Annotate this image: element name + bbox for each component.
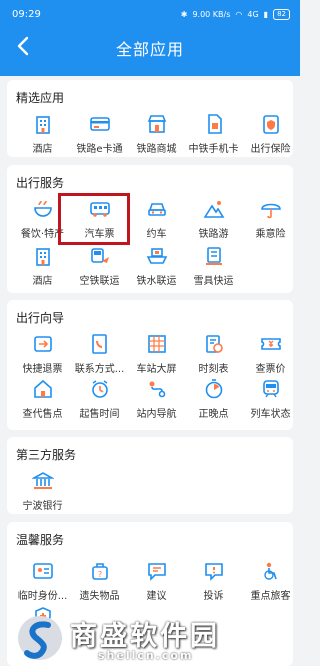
alarm-icon — [91, 380, 108, 398]
app-item-label: 乘意险 — [255, 229, 286, 240]
bluetooth-icon: ✱ — [180, 9, 188, 19]
app-item[interactable]: 列车状态 — [242, 378, 299, 422]
section-title: 出行向导 — [16, 311, 65, 325]
building-icon — [35, 116, 50, 134]
umbrella-icon — [260, 203, 281, 219]
route-icon — [149, 381, 165, 398]
app-item-label: 雪具快运 — [193, 276, 234, 287]
page-title: 全部应用 — [115, 40, 184, 59]
ticket-refund-icon — [33, 336, 52, 352]
assist-icon — [263, 562, 277, 580]
signal-icon: ▮ — [263, 9, 269, 19]
app-item-label: 重点旅客 — [250, 591, 291, 602]
section-title: 精选应用 — [16, 91, 65, 105]
section-title: 第三方服务 — [16, 448, 77, 462]
app-item[interactable]: 重点旅客 — [242, 560, 299, 604]
watermark: 商盛软件园 shellcn.com — [0, 610, 300, 666]
clock-list-icon — [205, 335, 223, 353]
status-bar: 09:29 ✱ 9.00 KB/s ◠ 4G ▮ 82 — [12, 7, 290, 21]
sim-card-icon — [207, 114, 222, 134]
status-icons: ✱ 9.00 KB/s ◠ 4G ▮ 82 — [180, 8, 290, 20]
app-item-label: 列车状态 — [250, 409, 291, 420]
suggestion-icon — [147, 563, 166, 581]
screen-grid-icon — [147, 335, 166, 353]
watermark-logo — [18, 616, 62, 660]
top-bar: 09:29 ✱ 9.00 KB/s ◠ 4G ▮ 82 全部应用 — [0, 0, 300, 76]
signal-label: 4G — [247, 9, 259, 19]
battery-level: 82 — [273, 8, 290, 20]
section-title: 温馨服务 — [16, 533, 65, 547]
app-item[interactable]: 雪具快运 — [185, 245, 242, 289]
network-speed: 9.00 KB/s — [192, 9, 231, 19]
app-item[interactable]: 查票价 — [242, 333, 299, 377]
app-item-label: 查票价 — [255, 364, 286, 375]
nav-bar: 全部应用 — [0, 32, 300, 64]
wifi-icon: ◠ — [235, 9, 243, 19]
app-item[interactable]: 宁波银行 — [14, 470, 71, 514]
ship-icon — [146, 248, 167, 264]
app-item[interactable]: 乘意险 — [242, 198, 299, 242]
lost-bag-icon: ? — [91, 563, 108, 580]
watermark-title: 商盛软件园 — [70, 621, 220, 652]
svg-text:?: ? — [97, 570, 101, 579]
bank-icon — [31, 472, 54, 489]
building-icon — [35, 248, 50, 266]
watermark-url: shellcn.com — [98, 649, 194, 662]
app-item-label: 宁波银行 — [22, 501, 63, 512]
shield-icon — [262, 115, 279, 134]
ski-icon — [205, 247, 222, 265]
shop-icon — [147, 115, 166, 133]
mountain-icon — [203, 201, 224, 218]
price-ticket-icon — [260, 338, 281, 350]
status-time: 09:29 — [12, 8, 41, 20]
house-icon — [33, 379, 52, 398]
car-icon — [147, 203, 166, 216]
app-item-label: 出行保险 — [250, 144, 291, 155]
card-icon — [89, 117, 110, 131]
train-icon — [262, 380, 279, 398]
bowl-icon — [33, 200, 52, 217]
app-item[interactable]: 出行保险 — [242, 113, 299, 157]
section-title: 出行服务 — [16, 176, 65, 190]
timer-icon — [205, 379, 222, 399]
plane-train-icon — [90, 248, 109, 263]
phone-book-icon — [91, 334, 107, 354]
complaint-icon — [204, 563, 223, 581]
id-card-icon — [32, 563, 53, 579]
highlight-box — [58, 193, 130, 245]
